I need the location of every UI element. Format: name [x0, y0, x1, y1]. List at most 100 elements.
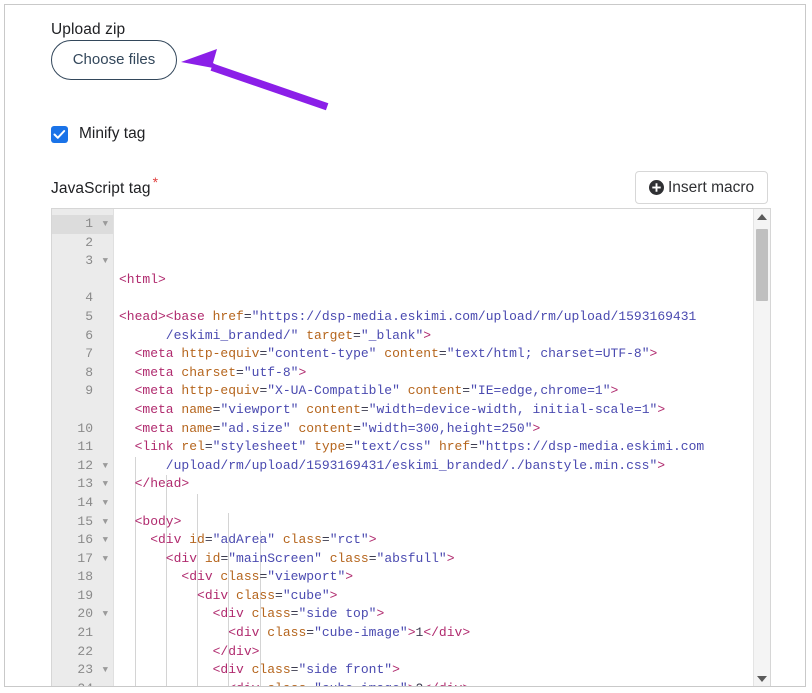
code-fold-toggle-icon[interactable]: ▼ — [103, 475, 108, 494]
code-fold-toggle-icon[interactable]: ▼ — [103, 457, 108, 476]
gutter-line: 24 — [52, 680, 113, 686]
code-token-plain: = — [360, 401, 369, 417]
scrollbar-up-arrow-icon[interactable] — [754, 209, 770, 225]
gutter-line: 1 ▼ — [52, 215, 113, 234]
code-fold-toggle-icon[interactable]: ▼ — [103, 661, 108, 680]
code-fold-toggle-icon[interactable]: ▼ — [103, 605, 108, 624]
code-token-attr: id — [189, 532, 205, 548]
code-token-tag: > — [657, 457, 666, 473]
code-line: </head> — [119, 475, 770, 494]
code-token-str: "IE=edge,chrome=1" — [470, 383, 611, 399]
gutter-line — [52, 271, 113, 290]
minify-tag-row[interactable]: Minify tag — [51, 125, 145, 143]
gutter-line: 23 ▼ — [52, 661, 113, 680]
code-line: <meta charset="utf-8"> — [119, 364, 770, 383]
code-token-tag: <meta — [119, 420, 182, 436]
code-fold-toggle-icon[interactable]: ▼ — [103, 494, 108, 513]
insert-macro-button[interactable]: Insert macro — [635, 171, 769, 204]
code-token-str: "X-UA-Compatible" — [267, 383, 400, 399]
code-line: <div class="cube-image">2</div> — [119, 680, 770, 686]
code-token-str: "text/html; charset=UTF-8" — [446, 346, 650, 362]
code-token-attr: class — [329, 550, 369, 566]
code-token-attr: class — [251, 606, 291, 622]
code-token-str: "rct" — [329, 532, 369, 548]
code-line: <link rel="stylesheet" type="text/css" h… — [119, 438, 770, 457]
code-token-attr: class — [267, 625, 307, 641]
code-token-plain: = — [321, 532, 330, 548]
code-token-tag: > — [649, 346, 658, 362]
gutter-line: 5 — [85, 308, 93, 324]
code-token-attr: content — [306, 401, 361, 417]
scrollbar-thumb[interactable] — [756, 229, 768, 301]
code-token-str: "absfull" — [376, 550, 447, 566]
editor-code-area[interactable]: <html> <head><base href="https://dsp-medi… — [114, 209, 770, 686]
code-token-str: "utf-8" — [243, 364, 299, 380]
code-fold-toggle-icon[interactable]: ▼ — [103, 513, 108, 532]
code-line: <head><base href="https://dsp-media.eski… — [119, 308, 770, 327]
code-token-tag: </head> — [119, 476, 190, 492]
code-token-plain: = — [204, 532, 213, 548]
insert-macro-label: Insert macro — [668, 178, 755, 196]
gutter-line: 2 — [85, 234, 93, 250]
code-line: <meta name="viewport" content="width=dev… — [119, 401, 770, 420]
code-token-tag: <div — [119, 606, 252, 622]
gutter-line: 14 ▼ — [52, 494, 113, 513]
code-token-tag: <meta — [119, 346, 182, 362]
code-token-tag: <meta — [119, 364, 182, 380]
code-token-str: "cube-image" — [314, 681, 408, 686]
choose-files-button[interactable]: Choose files — [51, 40, 177, 80]
code-token-str: "viewport" — [220, 401, 299, 417]
code-token-str: "_blank" — [360, 327, 424, 343]
code-token-tag: > — [376, 606, 385, 622]
code-line: </div> — [119, 643, 770, 662]
code-token-tag: <div — [119, 569, 221, 585]
gutter-line: 15 ▼ — [52, 513, 113, 532]
code-line: <meta http-equiv="content-type" content=… — [119, 345, 770, 364]
code-line: <div class="side front"> — [119, 661, 770, 680]
code-token-tag: > — [408, 681, 416, 686]
code-token-str: "ad.size" — [220, 420, 291, 436]
code-line: <div id="mainScreen" class="absfull"> — [119, 550, 770, 569]
code-token-attr: rel — [181, 439, 205, 455]
editor-vertical-scrollbar[interactable] — [753, 209, 770, 686]
code-token-plain: = — [368, 550, 377, 566]
code-token-plain: = — [462, 383, 471, 399]
javascript-tag-code-editor[interactable]: 1 ▼ 2 3 ▼ 4 5 6 7 8 9 10 11 12 ▼ 13 ▼ 14 ▼ 15 ▼ 16 ▼ 17 ▼ 18 19 20 ▼… — [51, 208, 771, 686]
gutter-line: 8 — [85, 364, 93, 380]
gutter-line: 19 — [77, 587, 93, 603]
code-token-tag: <div — [119, 625, 268, 641]
code-token-tag: </div> — [423, 625, 471, 641]
code-token-attr: class — [251, 662, 291, 678]
code-token-tag: </div> — [423, 681, 470, 686]
code-token-plain: = — [306, 625, 315, 641]
code-fold-toggle-icon[interactable]: ▼ — [103, 252, 108, 271]
checkmark-icon — [53, 129, 66, 139]
code-token-tag: <link — [119, 439, 182, 455]
code-token-attr: href — [438, 439, 471, 455]
scrollbar-down-arrow-icon[interactable] — [754, 671, 770, 686]
gutter-line: 6 — [85, 327, 93, 343]
code-token-attr: class — [282, 532, 322, 548]
gutter-line: 11 — [77, 439, 93, 455]
minify-tag-checkbox[interactable] — [51, 125, 68, 143]
javascript-tag-label-text: JavaScript tag — [51, 180, 151, 198]
code-token-tag: <div — [119, 662, 252, 678]
gutter-line: 10 — [77, 420, 93, 436]
code-token-str: "viewport" — [267, 569, 346, 585]
code-line: <div id="adArea" class="rct"> — [119, 531, 770, 550]
code-token-tag: > — [298, 364, 307, 380]
code-token-plain: = — [470, 439, 478, 455]
code-fold-toggle-icon[interactable]: ▼ — [103, 531, 108, 550]
code-fold-toggle-icon[interactable]: ▼ — [103, 550, 108, 569]
code-token-str: "side front" — [298, 662, 393, 678]
form-content: Upload zip Choose files Minify tag JavaS… — [47, 15, 805, 686]
code-token-tag: </div> — [119, 643, 260, 659]
code-line: <meta name="ad.size" content="width=300,… — [119, 420, 770, 439]
code-token-tag: <div — [119, 550, 205, 566]
code-token-attr: class — [220, 569, 260, 585]
code-token-plain: = — [243, 308, 252, 324]
code-fold-toggle-icon[interactable]: ▼ — [103, 215, 108, 234]
code-token-attr: target — [306, 327, 354, 343]
